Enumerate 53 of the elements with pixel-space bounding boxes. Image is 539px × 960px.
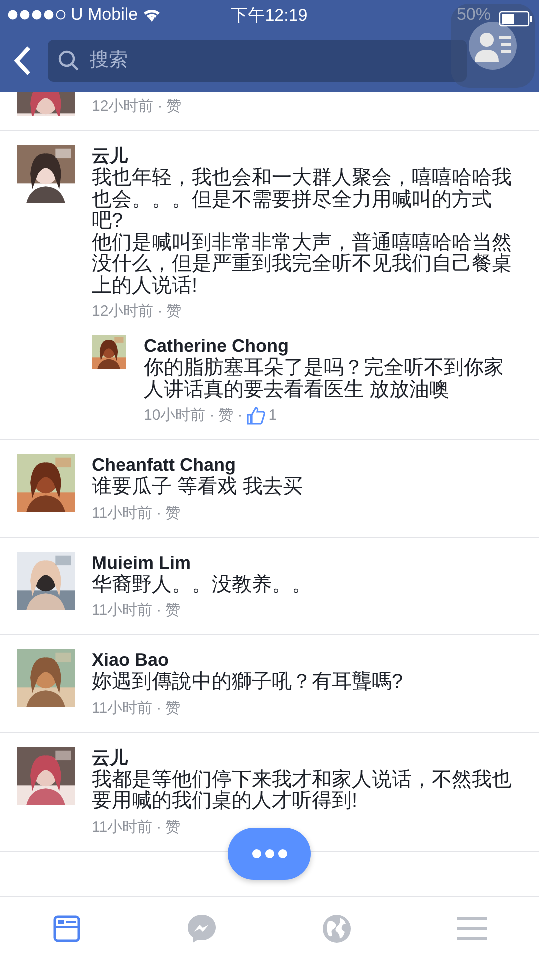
search-icon bbox=[58, 50, 80, 72]
commenter-name[interactable]: Xiao Bao bbox=[92, 649, 517, 672]
separator-dot: · bbox=[210, 406, 215, 426]
more-button[interactable] bbox=[228, 828, 311, 880]
news-feed-icon bbox=[53, 914, 82, 942]
separator-dot: · bbox=[158, 302, 163, 322]
like-count: 1 bbox=[268, 406, 278, 426]
timestamp: 12小时前 bbox=[92, 97, 154, 117]
friends-list-icon bbox=[467, 20, 519, 72]
battery-icon bbox=[499, 11, 533, 27]
timestamp: 11小时前 bbox=[92, 698, 153, 718]
separator-dot: · bbox=[158, 97, 163, 117]
floating-touch-button[interactable] bbox=[451, 4, 535, 88]
like-link[interactable]: 赞 bbox=[218, 403, 234, 429]
back-icon[interactable] bbox=[14, 46, 32, 76]
like-link[interactable]: 赞 bbox=[166, 696, 181, 722]
like-link[interactable]: 赞 bbox=[166, 598, 181, 624]
commenter-name[interactable]: Cheanfatt Chang bbox=[92, 454, 517, 477]
commenter-name[interactable]: Muieim Lim bbox=[92, 552, 517, 574]
thumbs-up-icon bbox=[246, 407, 265, 425]
comment-text: 我都是等他们停下来我才和家人说话，不然我也要用喊的我们桌的人才听得到! bbox=[92, 770, 513, 812]
comment-text: 你的脂肪塞耳朵了是吗？完全听不到你家人讲话真的要去看看医生 放放油噢 bbox=[144, 358, 505, 401]
timestamp: 10小时前 bbox=[144, 406, 206, 426]
dots-icon bbox=[252, 849, 288, 859]
comment-text: 谁要瓜子 等看戏 我去买 bbox=[92, 477, 304, 498]
like-link[interactable]: 赞 bbox=[166, 299, 182, 325]
timestamp: 11小时前 bbox=[92, 818, 153, 838]
globe-icon bbox=[322, 914, 352, 944]
commenter-name[interactable]: Catherine Chong bbox=[144, 335, 517, 358]
separator-dot: · bbox=[156, 601, 162, 621]
wifi-icon bbox=[143, 8, 162, 22]
commenter-name[interactable]: 云儿 bbox=[92, 746, 517, 770]
comment-text: 妳遇到傳說中的獅子吼？有耳聾嗎? bbox=[92, 672, 404, 694]
messenger-icon bbox=[187, 914, 218, 944]
timestamp: 11小时前 bbox=[92, 601, 153, 621]
signal-icon bbox=[8, 10, 66, 20]
comment-text: 华裔野人。。没教养。。 bbox=[92, 574, 313, 596]
separator-dot: · bbox=[156, 698, 162, 718]
carrier-name: U Mobile bbox=[71, 5, 138, 25]
timestamp: 11小时前 bbox=[92, 504, 153, 524]
like-link[interactable]: 赞 bbox=[166, 500, 181, 526]
separator-dot: · bbox=[238, 406, 243, 426]
menu-icon bbox=[456, 916, 487, 942]
comment-text: 我也年轻，我也会和一大群人聚会，嘻嘻哈哈我也会。。。但是不需要拼尽全力用喊叫的方式吧? 他们是喊叫到非常非常大声，普通嘻嘻哈哈当然没什么，但是严重到我完全听不见我们自己餐桌上的人说话! bbox=[92, 168, 513, 297]
commenter-name[interactable]: 云儿 bbox=[92, 145, 517, 168]
battery-percent: 50% bbox=[456, 5, 491, 25]
like-link[interactable]: 赞 bbox=[166, 94, 182, 120]
separator-dot: · bbox=[156, 504, 162, 524]
clock: 下午12:19 bbox=[231, 6, 308, 24]
search-field[interactable]: 搜索 bbox=[48, 40, 467, 82]
separator-dot: · bbox=[156, 818, 162, 838]
timestamp: 12小时前 bbox=[92, 302, 154, 322]
like-link[interactable]: 赞 bbox=[166, 814, 181, 840]
